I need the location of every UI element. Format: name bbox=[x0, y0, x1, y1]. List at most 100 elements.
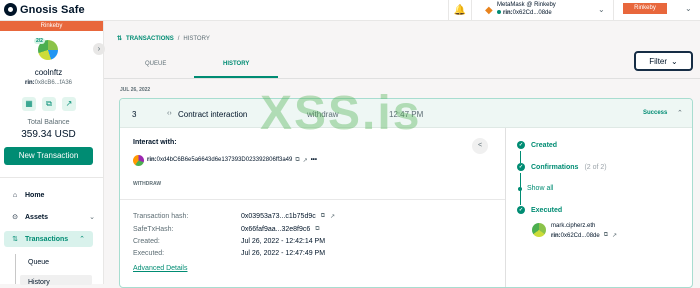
qr-code-icon: ▦ bbox=[25, 99, 33, 108]
filter-label: Filter bbox=[649, 56, 668, 66]
filter-button[interactable]: Filter ⌄ bbox=[634, 51, 693, 71]
show-all-label: Show all bbox=[527, 185, 554, 192]
executor-addr: 0x62Cd...08de bbox=[560, 232, 600, 239]
external-link-icon[interactable]: ↗ bbox=[330, 213, 335, 220]
metamask-fox-icon: ◆ bbox=[485, 5, 493, 16]
breadcrumb-section[interactable]: TRANSACTIONS bbox=[126, 36, 174, 42]
sidebar-item-history[interactable]: History bbox=[28, 279, 50, 286]
safe-address: rin:0x8cB6...fA36 bbox=[0, 80, 97, 86]
arrows-up-down-icon: ⇅ bbox=[117, 36, 123, 42]
balance-value: 359.34 USD bbox=[21, 129, 76, 140]
connected-dot-icon bbox=[497, 10, 501, 14]
status-badge: Success bbox=[643, 110, 668, 116]
interact-prefix: rin: bbox=[147, 157, 157, 163]
app-logo[interactable]: Gnosis Safe bbox=[4, 3, 85, 16]
executed-label: Executed: bbox=[133, 250, 165, 257]
tab-queue[interactable]: QUEUE bbox=[145, 61, 166, 67]
step-executed-label: Executed bbox=[531, 206, 563, 214]
confirmations-count: (2 of 2) bbox=[584, 163, 607, 171]
code-icon: ‹› bbox=[167, 110, 172, 117]
copy-icon[interactable]: ⧉ bbox=[321, 213, 325, 220]
wallet-prefix: rin: bbox=[503, 10, 513, 16]
safe-prefix: rin: bbox=[24, 80, 35, 86]
chevron-down-icon: ⌄ bbox=[598, 5, 605, 14]
transaction-summary-row[interactable]: 3 ‹› Contract interaction withdraw 12:47… bbox=[120, 99, 692, 128]
qr-code-button[interactable]: ▦ bbox=[22, 97, 36, 111]
sidebar-toggle-button[interactable]: › bbox=[93, 43, 105, 55]
more-options-icon[interactable]: ••• bbox=[311, 157, 317, 163]
interact-address: rin:0xd4bC6B6e5a6643d6e137393D023392806f… bbox=[147, 157, 292, 163]
external-link-icon[interactable]: ↗ bbox=[612, 232, 617, 239]
date-group-label: JUL 26, 2022 bbox=[120, 87, 151, 93]
copy-icon[interactable]: ⧉ bbox=[315, 226, 319, 233]
share-button[interactable]: < bbox=[472, 138, 488, 154]
step-executed: ✓ Executed bbox=[517, 206, 562, 214]
transaction-card: 3 ‹› Contract interaction withdraw 12:47… bbox=[119, 98, 693, 288]
executor-address: rin:0x62Cd...08de ⧉ ↗ bbox=[551, 232, 617, 239]
assets-icon: ⊙ bbox=[12, 214, 18, 221]
tabs-divider bbox=[104, 78, 700, 79]
step-confirmations-label: Confirmations bbox=[531, 163, 579, 171]
app-name: Gnosis Safe bbox=[20, 3, 85, 16]
dot-icon bbox=[518, 186, 522, 191]
executor-name: mark.cipherz.eth bbox=[551, 223, 596, 229]
chevron-down-icon: ⌄ bbox=[685, 4, 692, 13]
contract-avatar bbox=[133, 154, 144, 166]
advanced-details-link[interactable]: Advanced Details bbox=[133, 265, 187, 272]
sidebar-item-queue[interactable]: Queue bbox=[28, 259, 49, 266]
card-vertical-divider bbox=[505, 128, 506, 287]
tx-hash-label: Transaction hash: bbox=[133, 213, 189, 220]
executor-prefix: rin: bbox=[551, 232, 561, 239]
executor-avatar bbox=[532, 223, 546, 237]
new-transaction-button[interactable]: New Transaction bbox=[4, 147, 93, 165]
sidebar-item-label: Home bbox=[25, 191, 45, 199]
arrows-up-down-icon: ⇅ bbox=[12, 236, 18, 243]
show-all-link[interactable]: Show all bbox=[518, 185, 553, 192]
external-link-icon[interactable]: ↗ bbox=[303, 157, 308, 164]
tx-hash: 0x03953a73...c1b75d9c bbox=[241, 213, 316, 220]
breadcrumb-page: HISTORY bbox=[183, 35, 210, 42]
interact-with-label: Interact with: bbox=[133, 139, 177, 146]
top-bar: Gnosis Safe 🔔 ◆ MetaMask @ Rinkeby rin:0… bbox=[0, 0, 700, 21]
home-icon: ⌂ bbox=[12, 191, 18, 199]
safe-tx-hash: 0x66faf9aa...32e8f9c6 bbox=[241, 226, 311, 233]
open-explorer-button[interactable]: ↗ bbox=[62, 97, 76, 111]
network-banner: Rinkeby bbox=[0, 21, 103, 31]
copy-icon[interactable]: ⧉ bbox=[604, 232, 608, 239]
method-tag: WITHDRAW bbox=[133, 181, 162, 187]
chevron-down-icon: ⌄ bbox=[89, 214, 95, 221]
step-connector bbox=[520, 151, 521, 163]
breadcrumb: ⇅ TRANSACTIONS / HISTORY bbox=[117, 35, 210, 43]
tx-nonce: 3 bbox=[132, 110, 137, 119]
network-badge: Rinkeby bbox=[623, 3, 667, 14]
safe-tx-hash-label: SafeTxHash: bbox=[133, 226, 174, 233]
wallet-selector[interactable]: ◆ MetaMask @ Rinkeby rin:0x62Cd...08de ⌄ bbox=[478, 1, 613, 20]
notifications-button[interactable]: 🔔 bbox=[448, 0, 472, 21]
copy-icon: ⧉ bbox=[46, 99, 52, 108]
step-created: ✓ Created bbox=[517, 141, 557, 149]
sidebar-item-transactions[interactable]: ⇅ Transactions ⌃ bbox=[4, 231, 93, 247]
executed-value: Jul 26, 2022 - 12:47:49 PM bbox=[241, 250, 326, 257]
tx-hash-value: 0x03953a73...c1b75d9c ⧉ ↗ bbox=[241, 213, 335, 220]
sidebar-item-home[interactable]: ⌂ Home bbox=[0, 187, 103, 203]
safe-actions: ▦ ⧉ ↗ bbox=[22, 97, 76, 111]
created-value: Jul 26, 2022 - 12:42:14 PM bbox=[241, 238, 326, 245]
threshold-badge: 2/2 bbox=[34, 38, 45, 44]
sidebar-divider bbox=[0, 177, 103, 178]
sidebar: Rinkeby 2/2 › coolnftz rin:0x8cB6...fA36… bbox=[0, 21, 105, 286]
step-confirmations: ✓ Confirmations (2 of 2) bbox=[517, 163, 607, 171]
tx-type: Contract interaction bbox=[178, 110, 248, 119]
chevron-up-icon: ⌃ bbox=[79, 236, 85, 243]
sidebar-item-label: Transactions bbox=[25, 235, 69, 243]
details-divider bbox=[120, 199, 505, 200]
check-icon: ✓ bbox=[517, 141, 525, 149]
interact-address-row: rin:0xd4bC6B6e5a6643d6e137393D023392806f… bbox=[133, 154, 317, 166]
safe-tx-hash-value: 0x66faf9aa...32e8f9c6 ⧉ bbox=[241, 226, 320, 233]
sidebar-item-assets[interactable]: ⊙ Assets ⌄ bbox=[0, 209, 103, 225]
network-selector[interactable]: Rinkeby ⌄ bbox=[613, 0, 700, 21]
tab-history[interactable]: HISTORY bbox=[223, 61, 249, 67]
copy-icon[interactable]: ⧉ bbox=[295, 157, 299, 164]
external-link-icon: ↗ bbox=[65, 99, 73, 108]
safe-name: coolnftz bbox=[34, 68, 63, 77]
copy-address-button[interactable]: ⧉ bbox=[42, 97, 56, 111]
